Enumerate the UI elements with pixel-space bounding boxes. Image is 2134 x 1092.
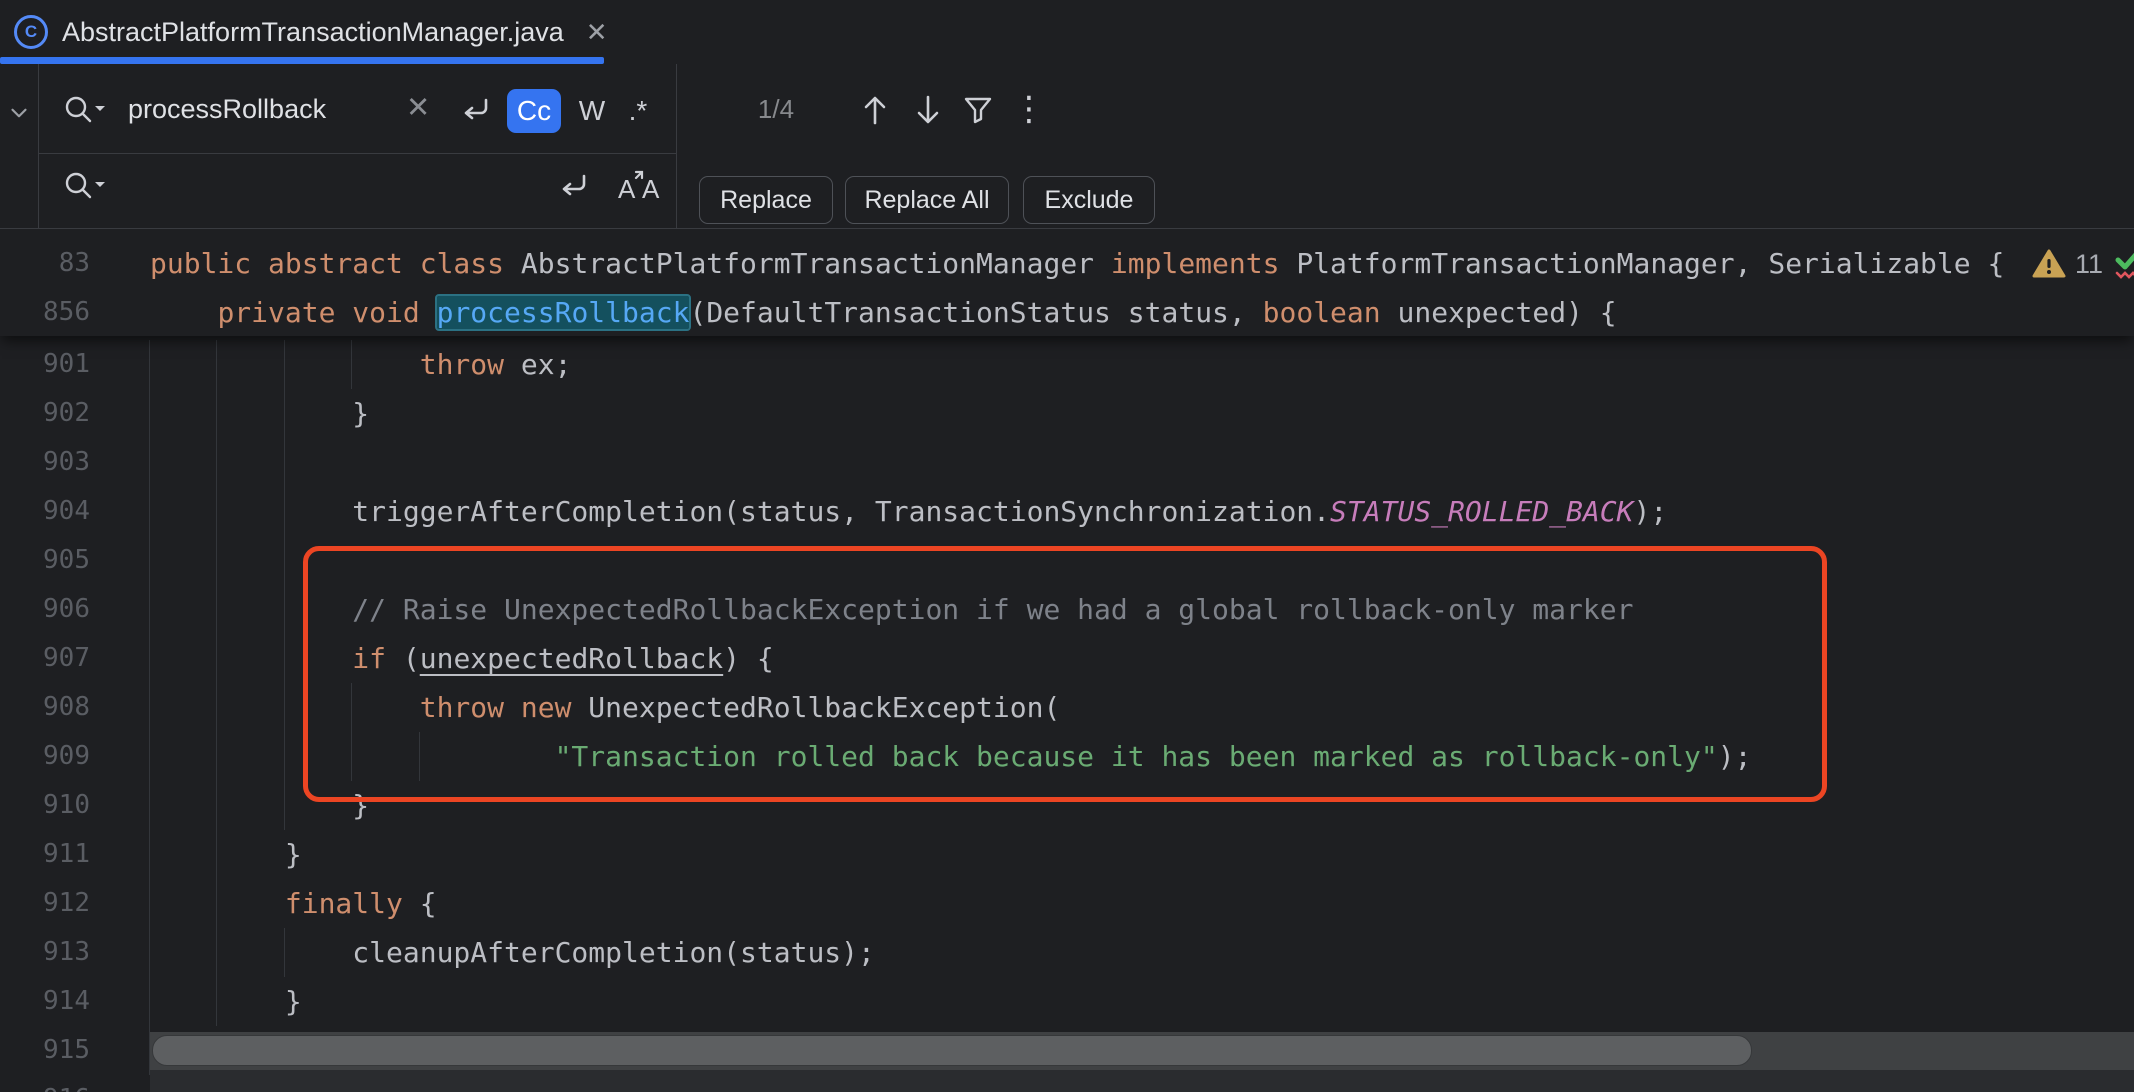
java-class-icon: C <box>14 15 48 49</box>
line-number[interactable]: 904 <box>0 487 90 536</box>
search-input[interactable]: processRollback <box>128 64 326 154</box>
svg-text:A: A <box>618 174 636 204</box>
line-number[interactable]: 913 <box>0 928 90 977</box>
match-counter: 1/4 <box>716 64 836 154</box>
code-line[interactable]: 83 public abstract class AbstractPlatform… <box>0 239 2134 288</box>
search-icon[interactable] <box>62 94 106 128</box>
code-line[interactable]: 901 throw ex; <box>0 340 2134 389</box>
line-number[interactable]: 909 <box>0 732 90 781</box>
tab-title: AbstractPlatformTransactionManager.java <box>62 17 564 48</box>
line-number[interactable]: 907 <box>0 634 90 683</box>
newline-icon[interactable] <box>556 168 592 202</box>
replace-field-icon[interactable] <box>62 170 106 204</box>
annotation-highlight-box <box>303 546 1827 802</box>
line-number[interactable]: 902 <box>0 389 90 438</box>
tab-close-icon[interactable]: ✕ <box>586 19 608 45</box>
code-text: private void processRollback(DefaultTran… <box>150 296 1617 329</box>
warning-icon <box>2032 248 2066 280</box>
code-text: } <box>150 838 302 871</box>
svg-text:A: A <box>642 174 660 204</box>
line-number[interactable]: 905 <box>0 536 90 585</box>
line-number[interactable]: 903 <box>0 438 90 487</box>
code-text: throw ex; <box>150 348 571 381</box>
line-number[interactable]: 911 <box>0 830 90 879</box>
line-number[interactable]: 910 <box>0 781 90 830</box>
line-number[interactable]: 916 <box>0 1075 90 1092</box>
line-number[interactable]: 906 <box>0 585 90 634</box>
line-number[interactable]: 912 <box>0 879 90 928</box>
regex-toggle[interactable]: .* <box>615 89 661 133</box>
match-case-toggle[interactable]: Cc <box>507 89 561 133</box>
horizontal-scrollbar-thumb[interactable] <box>152 1035 1752 1066</box>
previous-match-icon[interactable] <box>858 92 892 128</box>
code-line[interactable]: 902 } <box>0 389 2134 438</box>
bottom-edge-strip <box>150 1070 2134 1092</box>
find-replace-panel: processRollback ✕ Cc W .* 1/4 ⋮ <box>0 64 2134 229</box>
code-line[interactable]: 913 cleanupAfterCompletion(status); <box>0 928 2134 977</box>
replace-all-button[interactable]: Replace All <box>845 176 1009 224</box>
warning-count: 11 <box>2075 249 2103 280</box>
code-text: } <box>150 397 369 430</box>
more-options-icon[interactable]: ⋮ <box>1012 80 1046 138</box>
code-line[interactable]: 903 <box>0 438 2134 487</box>
code-line[interactable]: 856 private void processRollback(Default… <box>0 288 2134 337</box>
code-line[interactable]: 911 } <box>0 830 2134 879</box>
editor-tab-bar: C AbstractPlatformTransactionManager.jav… <box>0 0 2134 65</box>
find-panel-left-strip <box>0 64 39 228</box>
line-number[interactable]: 908 <box>0 683 90 732</box>
code-line[interactable]: 904 triggerAfterCompletion(status, Trans… <box>0 487 2134 536</box>
tab-abstract-platform-transaction-manager[interactable]: C AbstractPlatformTransactionManager.jav… <box>0 0 604 64</box>
sticky-lines-header: 83 public abstract class AbstractPlatform… <box>0 228 2134 336</box>
exclude-button[interactable]: Exclude <box>1023 176 1155 224</box>
newline-icon[interactable] <box>458 92 494 126</box>
line-number[interactable]: 915 <box>0 1026 90 1075</box>
line-number[interactable]: 914 <box>0 977 90 1026</box>
code-line[interactable]: 914 } <box>0 977 2134 1026</box>
code-text: public abstract class AbstractPlatformTr… <box>150 247 2004 280</box>
line-number[interactable]: 856 <box>0 288 90 337</box>
code-text: } <box>150 985 302 1018</box>
code-text: cleanupAfterCompletion(status); <box>150 936 875 969</box>
inspections-ok-icon <box>2112 246 2134 282</box>
words-toggle[interactable]: W <box>569 89 615 133</box>
line-number[interactable]: 901 <box>0 340 90 389</box>
replace-button[interactable]: Replace <box>699 176 833 224</box>
code-text: finally { <box>150 887 437 920</box>
line-number[interactable]: 83 <box>0 239 90 288</box>
next-match-icon[interactable] <box>911 92 945 128</box>
ide-window: C AbstractPlatformTransactionManager.jav… <box>0 0 2134 1092</box>
code-text: triggerAfterCompletion(status, Transacti… <box>150 495 1667 528</box>
active-tab-underline <box>0 57 604 64</box>
code-line[interactable]: 912 finally { <box>0 879 2134 928</box>
filter-icon[interactable] <box>960 92 996 128</box>
sticky-rows: 83 public abstract class AbstractPlatform… <box>0 239 2134 337</box>
horizontal-scrollbar-track[interactable] <box>150 1032 2134 1070</box>
preserve-case-icon[interactable]: A A <box>616 166 664 204</box>
clear-search-icon[interactable]: ✕ <box>406 90 430 125</box>
inspection-widget[interactable]: 11 <box>2032 246 2134 282</box>
chevron-down-icon[interactable] <box>6 100 32 126</box>
panel-divider <box>676 64 677 228</box>
